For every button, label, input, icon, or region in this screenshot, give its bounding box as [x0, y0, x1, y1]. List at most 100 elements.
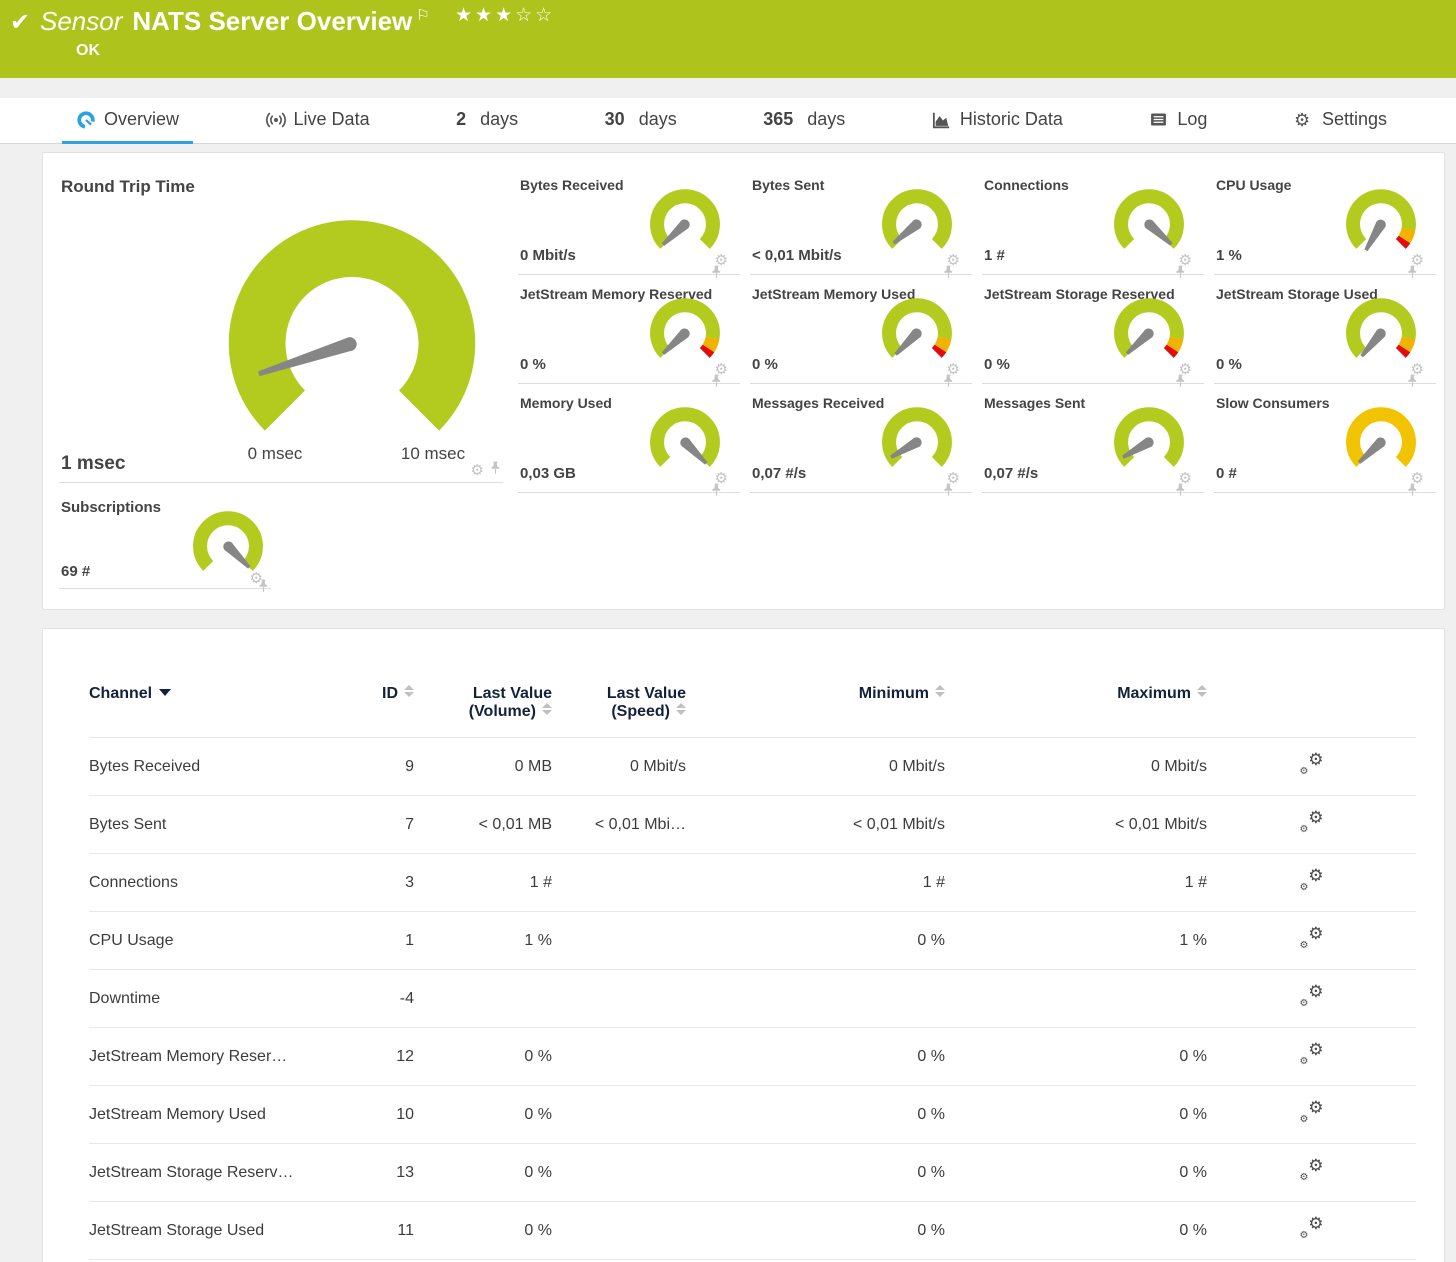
channel-name[interactable]: Bytes Sent [89, 796, 329, 854]
minimum-value: 0 % [686, 912, 945, 970]
gauge-value: < 0,01 Mbit/s [752, 247, 842, 264]
gauge-title: Messages Sent [984, 395, 1085, 411]
gauge-tile-slow-consumers[interactable]: Slow Consumers 0 #⚙ [1214, 389, 1436, 493]
gauge-tile-memory-used[interactable]: Memory Used 0,03 GB⚙ [518, 389, 740, 493]
channel-name[interactable]: JetStream Storage Reserv… [89, 1144, 329, 1202]
column-header-id[interactable]: ID [329, 685, 414, 738]
maximum-value [945, 970, 1207, 1028]
last-value-speed [552, 1086, 686, 1144]
channel-name[interactable]: Connections [89, 854, 329, 912]
gauge-tile-round-trip-time[interactable]: Round Trip Time 0 msec 10 msec 1 msec ⚙ [59, 169, 503, 483]
maximum-value: 1 % [945, 912, 1207, 970]
channel-id: -4 [329, 970, 414, 1028]
tab-log[interactable]: Log [1135, 98, 1221, 144]
tab-30-days[interactable]: 30days [591, 98, 691, 144]
column-header-last-value-volume[interactable]: Last Value (Volume) [414, 685, 552, 738]
tab-live-data[interactable]: Live Data [252, 98, 384, 144]
channel-row-jetstream-storage-reserv[interactable]: JetStream Storage Reserv…130 %0 %0 %⚙⚙ [89, 1144, 1416, 1202]
last-value-volume: 0 % [414, 1202, 552, 1260]
minimum-value: < 0,01 Mbit/s [686, 796, 945, 854]
gauge-tile-subscriptions[interactable]: Subscriptions 69 # ⚙ [59, 497, 271, 589]
channel-name[interactable]: CPU Usage [89, 912, 329, 970]
gauge-tile-bytes-received[interactable]: Bytes Received 0 Mbit/s⚙ [518, 171, 740, 275]
channel-id: 11 [329, 1202, 414, 1260]
tab-label: Log [1177, 109, 1207, 130]
gauge-tile-messages-sent[interactable]: Messages Sent 0,07 #/s⚙ [982, 389, 1204, 493]
maximum-value: 0 % [945, 1028, 1207, 1086]
channel-name[interactable]: JetStream Memory Used [89, 1086, 329, 1144]
tab-label-number: 30 [605, 109, 625, 130]
channel-settings-gear-icon[interactable]: ⚙⚙ [1300, 1159, 1324, 1181]
column-header-last-value-speed[interactable]: Last Value (Speed) [552, 685, 686, 738]
sort-icon [1197, 685, 1207, 697]
tab-historic-data[interactable]: Historic Data [918, 98, 1077, 144]
channel-settings-gear-icon[interactable]: ⚙⚙ [1300, 869, 1324, 891]
channel-settings-gear-icon[interactable]: ⚙⚙ [1300, 811, 1324, 833]
channel-settings-gear-icon[interactable]: ⚙⚙ [1300, 753, 1324, 775]
column-header-maximum[interactable]: Maximum [945, 685, 1207, 738]
channel-row-jetstream-memory-used[interactable]: JetStream Memory Used100 %0 %0 %⚙⚙ [89, 1086, 1416, 1144]
sensor-type-label: Sensor [40, 6, 122, 36]
channel-settings-gear-icon[interactable]: ⚙⚙ [1300, 1101, 1324, 1123]
tab-2-days[interactable]: 2days [442, 98, 532, 144]
gauge-scale-max: 10 msec [401, 444, 465, 464]
channel-row-jetstream-memory-reser[interactable]: JetStream Memory Reser…120 %0 %0 %⚙⚙ [89, 1028, 1416, 1086]
priority-flag-icon[interactable]: ⚐ [416, 7, 429, 24]
channel-row-downtime[interactable]: Downtime-4 ⚙⚙ [89, 970, 1416, 1028]
last-value-speed: 0 Mbit/s [552, 738, 686, 796]
channel-row-bytes-received[interactable]: Bytes Received90 MB0 Mbit/s0 Mbit/s0 Mbi… [89, 738, 1416, 796]
channel-row-connections[interactable]: Connections31 #1 #1 #⚙⚙ [89, 854, 1416, 912]
gauge-settings-gear-icon[interactable]: ⚙ [471, 463, 484, 478]
gauge-value: 0 Mbit/s [520, 247, 576, 264]
gauge-tile-jetstream-memory-reserved[interactable]: JetStream Memory Reserved 0 %⚙ [518, 280, 740, 384]
live-icon [266, 111, 286, 129]
tab-overview[interactable]: Overview [62, 98, 193, 144]
minimum-value: 0 % [686, 1086, 945, 1144]
gauge-value: 0,07 #/s [984, 465, 1038, 482]
gauge-title: CPU Usage [1216, 177, 1291, 193]
column-header-actions [1207, 685, 1416, 738]
column-header-minimum[interactable]: Minimum [686, 685, 945, 738]
gauge-value: 69 # [61, 563, 90, 580]
gauge-tile-jetstream-storage-used[interactable]: JetStream Storage Used 0 %⚙ [1214, 280, 1436, 384]
channel-name[interactable]: Bytes Received [89, 738, 329, 796]
gauge-tile-messages-received[interactable]: Messages Received 0,07 #/s⚙ [750, 389, 972, 493]
tab-365-days[interactable]: 365days [749, 98, 859, 144]
gauge-tile-bytes-sent[interactable]: Bytes Sent < 0,01 Mbit/s⚙ [750, 171, 972, 275]
gauge-tile-connections[interactable]: Connections 1 #⚙ [982, 171, 1204, 275]
channel-row-bytes-sent[interactable]: Bytes Sent7< 0,01 MB< 0,01 Mbi…< 0,01 Mb… [89, 796, 1416, 854]
gauge-value: 0 % [520, 356, 546, 373]
column-header-channel[interactable]: Channel [89, 685, 329, 738]
tab-label: days [480, 109, 518, 130]
channel-id: 13 [329, 1144, 414, 1202]
channel-name[interactable]: JetStream Memory Reser… [89, 1028, 329, 1086]
gauge-title: Subscriptions [61, 499, 161, 516]
gauge-value: 0,03 GB [520, 465, 576, 482]
channel-id: 3 [329, 854, 414, 912]
column-label: Last Value (Speed) [607, 685, 686, 720]
channel-row-cpu-usage[interactable]: CPU Usage11 %0 %1 %⚙⚙ [89, 912, 1416, 970]
last-value-speed: < 0,01 Mbi… [552, 796, 686, 854]
channel-name[interactable]: Downtime [89, 970, 329, 1028]
gauge-value: 1 % [1216, 247, 1242, 264]
last-value-speed [552, 1028, 686, 1086]
gauge-tile-jetstream-memory-used[interactable]: JetStream Memory Used 0 %⚙ [750, 280, 972, 384]
last-value-speed [552, 1144, 686, 1202]
gauge-tile-jetstream-storage-reserved[interactable]: JetStream Storage Reserved 0 %⚙ [982, 280, 1204, 384]
channel-settings-gear-icon[interactable]: ⚙⚙ [1300, 1217, 1324, 1239]
gauge-grid: Bytes Received 0 Mbit/s⚙ Bytes Sent < 0,… [518, 171, 1436, 493]
channel-settings-gear-icon[interactable]: ⚙⚙ [1300, 1043, 1324, 1065]
tab-label: days [807, 109, 845, 130]
maximum-value: 0 Mbit/s [945, 738, 1207, 796]
column-label: Minimum [859, 685, 929, 702]
gauge-value: 0 # [1216, 465, 1237, 482]
channel-name[interactable]: JetStream Storage Used [89, 1202, 329, 1260]
priority-stars[interactable]: ★★★☆☆ [455, 4, 555, 27]
channel-row-jetstream-storage-used[interactable]: JetStream Storage Used110 %0 %0 %⚙⚙ [89, 1202, 1416, 1260]
gauge-tile-cpu-usage[interactable]: CPU Usage 1 %⚙ [1214, 171, 1436, 275]
channel-settings-gear-icon[interactable]: ⚙⚙ [1300, 985, 1324, 1007]
tab-settings[interactable]: ⚙Settings [1280, 98, 1401, 144]
channel-settings-gear-icon[interactable]: ⚙⚙ [1300, 927, 1324, 949]
gauge-pin-icon[interactable] [490, 461, 501, 480]
last-value-speed [552, 854, 686, 912]
